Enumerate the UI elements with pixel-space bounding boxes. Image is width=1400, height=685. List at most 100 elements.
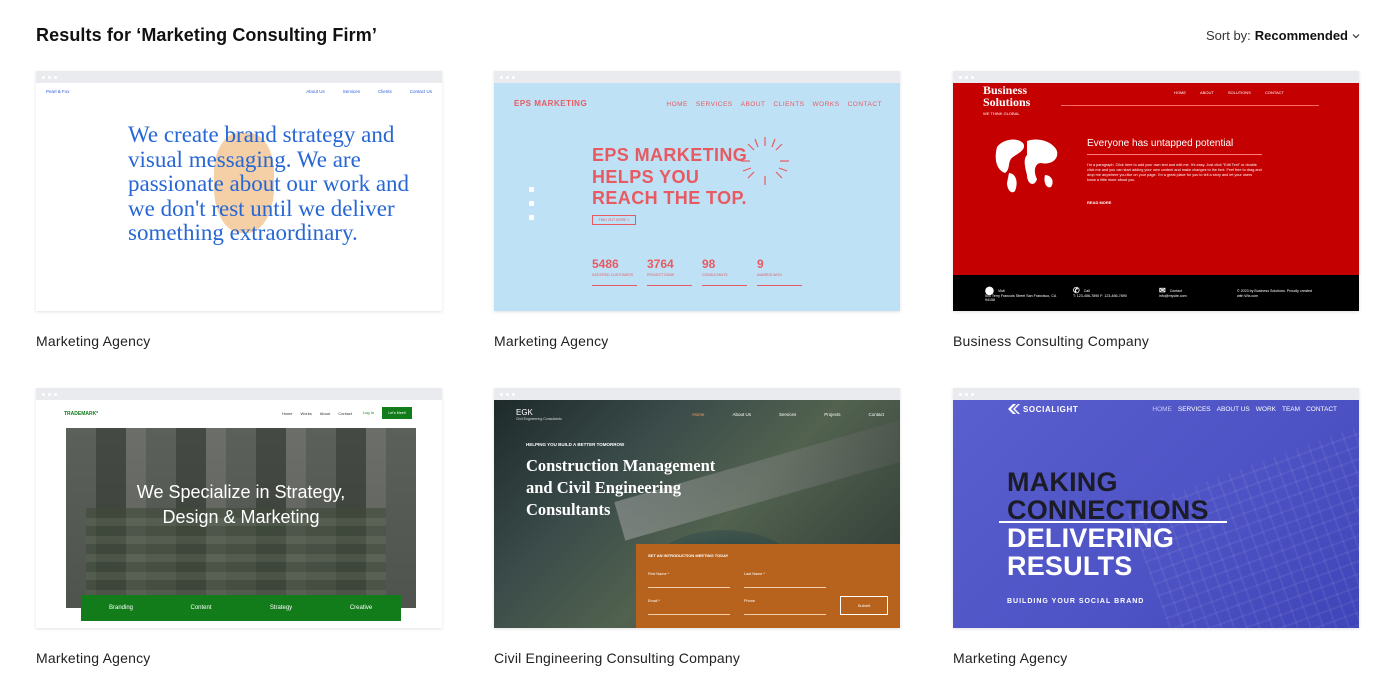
template-preview[interactable]: Pearl & Fox About Us Services Clients Co… <box>36 71 442 311</box>
headline-line: REACH THE TOP. <box>592 188 747 208</box>
preview-logo: Business Solutions <box>983 84 1030 108</box>
service-branding: Branding <box>108 605 134 611</box>
form-title: SET AN INTRODUCTION MEETING TODAY <box>648 553 729 558</box>
stat-label: SATISFIED CUSTOMERS <box>592 273 634 277</box>
headline-line: Construction Management <box>526 456 716 475</box>
world-map-icon <box>995 139 1058 193</box>
stat: 3764 PROJECT DONE <box>647 257 692 286</box>
chevron-down-icon <box>1352 33 1360 38</box>
preview-logo: SOCIALIGHT <box>1023 405 1079 414</box>
location-icon: ⬤ <box>985 286 994 295</box>
template-card[interactable]: Business Solutions WE THINK GLOBAL HOME … <box>953 71 1359 349</box>
form-field-label: Email * <box>648 599 661 603</box>
preview-nav: Home Works About Contact <box>282 411 352 416</box>
browser-bar <box>953 388 1359 400</box>
form-field-line <box>744 587 826 588</box>
stat: 5486 SATISFIED CUSTOMERS <box>592 257 637 286</box>
preview-nav-item: Projects <box>824 412 841 417</box>
preview-nav-item: Contact <box>868 412 884 417</box>
meeting-form: SET AN INTRODUCTION MEETING TODAY First … <box>636 544 900 628</box>
sort-dropdown[interactable]: Sort by: Recommended <box>1206 28 1360 43</box>
template-preview[interactable]: EGK Civil Engineering Consultants Home A… <box>494 388 900 628</box>
title-divider <box>1087 154 1262 155</box>
preview-nav-item: Contact <box>338 411 352 416</box>
preview-logo: TRADEMARK* <box>64 411 99 417</box>
read-more-link: READ MORE <box>1087 200 1112 205</box>
footer-visit: ⬤ Visit 500 Terry Francois Street San Fran… <box>985 286 1065 303</box>
stat-value: 3764 <box>647 257 674 271</box>
preview-logo: EGK <box>516 408 533 417</box>
preview-screen: EPS MARKETING HOME SERVICES ABOUT CLIENT… <box>494 83 900 311</box>
preview-nav-item: HOME <box>666 101 688 108</box>
preview-nav-item: HOME <box>1174 90 1187 95</box>
form-field-label: Last Name * <box>744 572 765 576</box>
social-icons <box>529 187 539 229</box>
template-card[interactable]: EPS MARKETING HOME SERVICES ABOUT CLIENT… <box>494 71 900 349</box>
footer-text: © 2023 by Business Solutions. Proudly cr… <box>1237 289 1312 298</box>
preview-headline: We Specialize in Strategy, Design & Mark… <box>66 480 416 530</box>
preview-subtitle: Civil Engineering Consultants <box>516 417 562 421</box>
template-preview[interactable]: SOCIALIGHT HOME SERVICES ABOUT US WORK T… <box>953 388 1359 628</box>
preview-nav: Home About Us Services Projects Contact <box>692 412 884 417</box>
template-preview[interactable]: TRADEMARK* Home Works About Contact Log … <box>36 388 442 628</box>
template-caption[interactable]: Civil Engineering Consulting Company <box>494 650 740 666</box>
preview-nav-item: WORKS <box>812 101 840 108</box>
preview-nav-item: Services <box>778 412 797 417</box>
socialight-logo-icon <box>1008 404 1020 414</box>
lets-meet-button: Let's Meet! <box>382 407 412 419</box>
browser-bar <box>494 388 900 400</box>
template-caption[interactable]: Business Consulting Company <box>953 333 1149 349</box>
form-field-line <box>648 587 730 588</box>
preview-tagline: WE THINK GLOBAL <box>983 111 1020 116</box>
form-field-label: Phone <box>744 599 755 603</box>
stat-label: AWARDS WON <box>757 273 782 277</box>
headline-line: RESULTS <box>1007 551 1133 581</box>
footer-text: 500 Terry Francois Street San Francisco,… <box>985 293 1057 303</box>
preview-nav-item: Home <box>281 411 293 416</box>
preview-headline: We create brand strategy and visual mess… <box>128 122 410 245</box>
headline-line: EPS MARKETING <box>592 145 748 165</box>
template-caption[interactable]: Marketing Agency <box>36 333 150 349</box>
preview-nav-item: SERVICES <box>695 101 733 108</box>
preview-nav-item: HOME <box>1152 406 1172 413</box>
template-caption[interactable]: Marketing Agency <box>36 650 150 666</box>
form-field-line <box>648 614 730 615</box>
stat: 98 CONSULTANTS <box>702 257 747 286</box>
login-link: Log In <box>362 410 374 415</box>
preview-headline: Construction Management and Civil Engine… <box>526 455 746 521</box>
sort-value: Recommended <box>1254 28 1348 43</box>
preview-logo: EPS MARKETING <box>514 99 588 108</box>
template-caption[interactable]: Marketing Agency <box>494 333 608 349</box>
preview-tagline: BUILDING YOUR SOCIAL BRAND <box>1007 598 1145 605</box>
preview-logo: Pearl & Fox <box>46 89 70 94</box>
preview-screen: SOCIALIGHT HOME SERVICES ABOUT US WORK T… <box>953 400 1359 628</box>
preview-screen: Business Solutions WE THINK GLOBAL HOME … <box>953 83 1359 311</box>
stat-value: 98 <box>702 257 716 271</box>
template-caption[interactable]: Marketing Agency <box>953 650 1067 666</box>
headline-line: MAKING <box>1007 467 1118 497</box>
template-card[interactable]: TRADEMARK* Home Works About Contact Log … <box>36 388 442 666</box>
browser-bar <box>36 71 442 83</box>
template-card[interactable]: EGK Civil Engineering Consultants Home A… <box>494 388 900 666</box>
preview-nav-item: SERVICES <box>1177 406 1211 413</box>
service-strategy: Strategy <box>269 605 293 611</box>
preview-screen: TRADEMARK* Home Works About Contact Log … <box>36 400 442 628</box>
preview-title: Everyone has untapped potential <box>1087 138 1234 149</box>
preview-nav-item: CONTACT <box>847 101 882 108</box>
sort-label: Sort by: <box>1206 28 1251 43</box>
headline-line: HELPS YOU <box>592 166 700 187</box>
template-preview[interactable]: EPS MARKETING HOME SERVICES ABOUT CLIENT… <box>494 71 900 311</box>
service-creative: Creative <box>349 605 373 611</box>
preview-nav-item: ABOUT <box>740 101 766 108</box>
submit-button: Submit <box>840 596 888 615</box>
template-card[interactable]: Pearl & Fox About Us Services Clients Co… <box>36 71 442 349</box>
preview-nav: About Us Services Clients Contact Us <box>306 89 432 94</box>
preview-nav-item: Services <box>342 89 360 94</box>
services-bar: Branding Content Strategy Creative <box>81 595 401 621</box>
template-preview[interactable]: Business Solutions WE THINK GLOBAL HOME … <box>953 71 1359 311</box>
stat-value: 5486 <box>592 257 619 271</box>
template-card[interactable]: SOCIALIGHT HOME SERVICES ABOUT US WORK T… <box>953 388 1359 666</box>
form-field-line <box>744 614 826 615</box>
preview-nav-item: Clients <box>377 89 392 94</box>
stat-value: 9 <box>757 257 764 271</box>
